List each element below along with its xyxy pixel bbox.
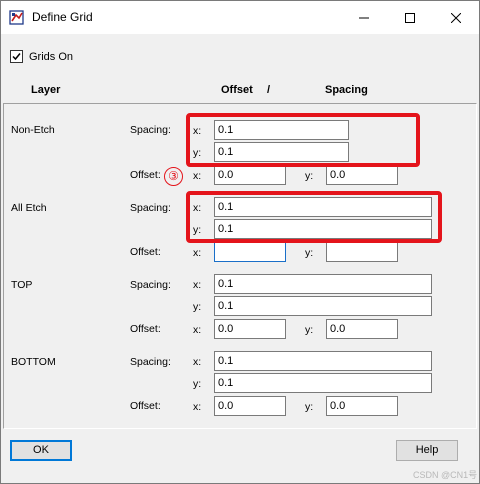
non-etch-spacing-y-input[interactable]: 0.1 (214, 142, 349, 162)
top-offset-y-input[interactable]: 0.0 (326, 319, 398, 339)
all-etch-spacing-x-input[interactable]: 0.1 (214, 197, 432, 217)
help-button[interactable]: Help (396, 440, 458, 461)
y-label: y: (305, 247, 314, 259)
close-button[interactable] (433, 1, 479, 34)
header-slash: / (267, 84, 271, 96)
bottom-spacing-x-input[interactable]: 0.1 (214, 351, 432, 371)
y-label: y: (193, 147, 202, 159)
non-etch-spacing-x-input[interactable]: 0.1 (214, 120, 349, 140)
minimize-button[interactable] (341, 1, 387, 34)
offset-label: Offset: (130, 323, 161, 335)
y-label: y: (305, 324, 314, 336)
x-label: x: (193, 324, 202, 336)
y-label: y: (193, 224, 202, 236)
spacing-label: Spacing: (130, 124, 171, 136)
x-label: x: (193, 401, 202, 413)
all-etch-offset-x-input[interactable] (214, 242, 286, 262)
all-etch-offset-y-input[interactable] (326, 242, 398, 262)
layer-name-top: TOP (11, 279, 33, 291)
all-etch-spacing-y-input[interactable]: 0.1 (214, 219, 432, 239)
y-label: y: (305, 401, 314, 413)
layer-name-non-etch: Non-Etch (11, 124, 55, 136)
x-label: x: (193, 279, 202, 291)
y-label: y: (305, 170, 314, 182)
layer-header: Layer (31, 84, 61, 96)
spacing-label: Spacing: (130, 202, 171, 214)
y-label: y: (193, 301, 202, 313)
y-label: y: (193, 378, 202, 390)
watermark: CSDN @CN1号 (413, 470, 478, 480)
circled-number-marker: ③ (164, 167, 183, 186)
ok-button[interactable]: OK (10, 440, 72, 461)
x-label: x: (193, 356, 202, 368)
bottom-offset-x-input[interactable]: 0.0 (214, 396, 286, 416)
layer-name-all-etch: All Etch (11, 202, 47, 214)
checkmark-icon (12, 53, 21, 61)
bottom-offset-y-input[interactable]: 0.0 (326, 396, 398, 416)
offset-label: Offset: (130, 169, 161, 181)
layer-name-bottom: BOTTOM (11, 356, 56, 368)
x-label: x: (193, 170, 202, 182)
grids-on-label: Grids On (29, 50, 74, 63)
spacing-label: Spacing: (130, 356, 171, 368)
spacing-header: Spacing (325, 84, 368, 96)
x-label: x: (193, 202, 202, 214)
non-etch-offset-y-input[interactable]: 0.0 (326, 165, 398, 185)
offset-label: Offset: (130, 400, 161, 412)
non-etch-offset-x-input[interactable]: 0.0 (214, 165, 286, 185)
grids-on-row[interactable]: Grids On (10, 50, 73, 63)
top-spacing-x-input[interactable]: 0.1 (214, 274, 432, 294)
x-label: x: (193, 125, 202, 137)
top-spacing-y-input[interactable]: 0.1 (214, 296, 432, 316)
offset-label: Offset: (130, 246, 161, 258)
bottom-spacing-y-input[interactable]: 0.1 (214, 373, 432, 393)
offset-header: Offset (221, 84, 253, 96)
title-bar: Define Grid (1, 1, 479, 34)
define-grid-dialog: Define Grid Grids On Layer Offset / Spac… (0, 0, 480, 484)
app-icon (9, 9, 26, 26)
spacing-label: Spacing: (130, 279, 171, 291)
window-title: Define Grid (32, 10, 93, 24)
grids-on-checkbox[interactable] (10, 50, 23, 63)
close-icon (451, 12, 461, 23)
maximize-button[interactable] (387, 1, 433, 34)
top-offset-x-input[interactable]: 0.0 (214, 319, 286, 339)
x-label: x: (193, 247, 202, 259)
